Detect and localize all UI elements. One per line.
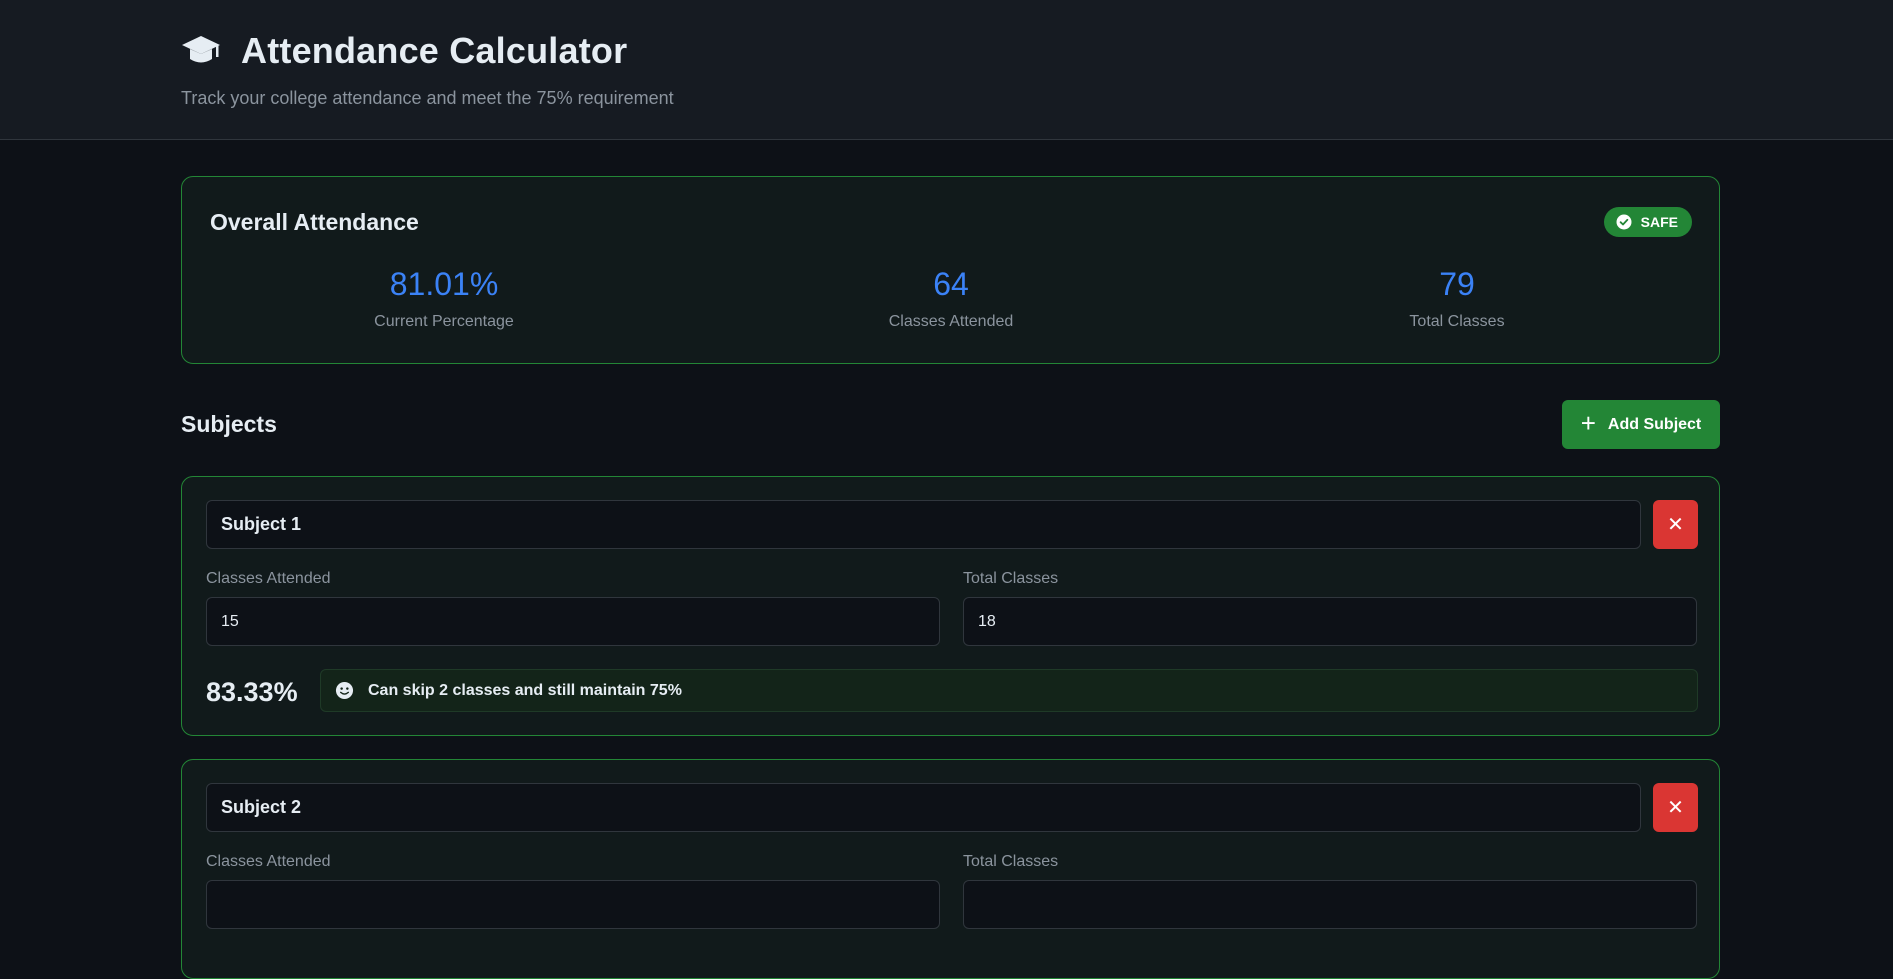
subject-name-input[interactable] [206, 783, 1641, 832]
total-classes-input[interactable] [963, 597, 1697, 646]
stat-total-classes: 79 Total Classes [1307, 265, 1607, 331]
status-badge: SAFE [1603, 207, 1692, 237]
stat-value: 81.01% [389, 266, 499, 302]
close-icon: ✕ [1667, 514, 1684, 536]
remove-subject-button[interactable]: ✕ [1653, 783, 1698, 832]
subjects-heading: Subjects [181, 411, 277, 437]
total-classes-label: Total Classes [963, 853, 1059, 870]
overall-attendance-card: Overall Attendance SAFE 81.01% Current P… [181, 176, 1720, 364]
subject-status-text: Can skip 2 classes and still maintain 75… [368, 681, 682, 699]
classes-attended-input[interactable] [206, 597, 940, 646]
close-icon: ✕ [1667, 797, 1684, 819]
stat-label: Classes Attended [888, 313, 1014, 331]
stat-value: 64 [933, 266, 969, 302]
graduation-cap-icon [182, 36, 220, 63]
classes-attended-input[interactable] [206, 880, 940, 929]
subject-name-input[interactable] [206, 500, 1641, 549]
classes-attended-label: Classes Attended [206, 853, 331, 870]
page-subtitle: Track your college attendance and meet t… [181, 88, 674, 108]
plus-icon: + [1580, 408, 1596, 438]
add-subject-button[interactable]: + Add Subject [1562, 400, 1720, 449]
stat-label: Total Classes [1409, 313, 1505, 331]
status-badge-label: SAFE [1640, 214, 1678, 230]
stat-current-percentage: 81.01% Current Percentage [294, 265, 594, 331]
stat-label: Current Percentage [374, 313, 514, 331]
subject-card: ✕ Classes Attended Total Classes 83.33% … [181, 476, 1720, 736]
check-circle-icon [1616, 214, 1632, 230]
subject-percentage: 83.33% [206, 677, 298, 707]
subject-card: ✕ Classes Attended Total Classes [181, 759, 1720, 979]
total-classes-input[interactable] [963, 880, 1697, 929]
classes-attended-label: Classes Attended [206, 570, 331, 587]
page-title: Attendance Calculator [241, 30, 628, 71]
total-classes-label: Total Classes [963, 570, 1059, 587]
smile-icon [335, 681, 354, 700]
app-header: Attendance Calculator Track your college… [0, 0, 1893, 140]
subject-status-message: Can skip 2 classes and still maintain 75… [320, 669, 1698, 712]
overall-title: Overall Attendance [210, 209, 419, 235]
stat-value: 79 [1439, 266, 1475, 302]
add-subject-label: Add Subject [1607, 415, 1702, 433]
stat-classes-attended: 64 Classes Attended [801, 265, 1101, 331]
title-row: Attendance Calculator [181, 30, 627, 72]
remove-subject-button[interactable]: ✕ [1653, 500, 1698, 549]
